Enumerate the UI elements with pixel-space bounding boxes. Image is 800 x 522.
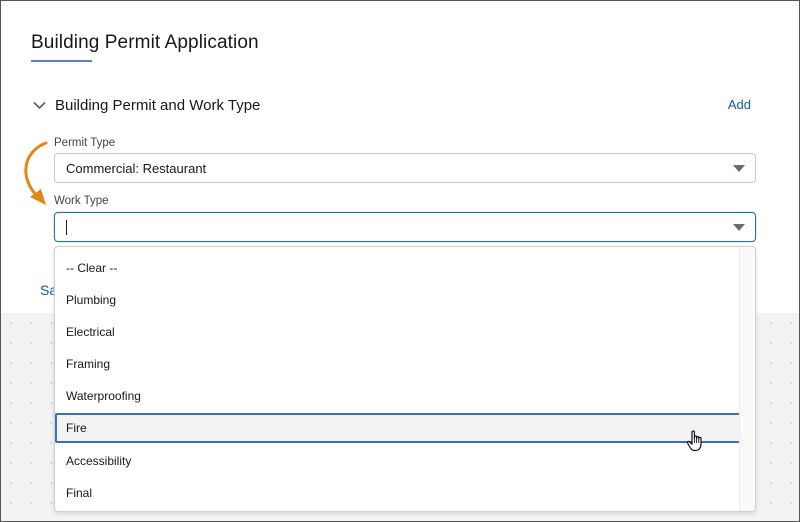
- option-clear[interactable]: -- Clear --: [55, 253, 741, 283]
- option-framing[interactable]: Framing: [55, 349, 741, 379]
- option-accessibility[interactable]: Accessibility: [55, 446, 741, 476]
- section-title: Building Permit and Work Type: [55, 96, 261, 114]
- add-link[interactable]: Add: [728, 97, 751, 112]
- text-caret: [66, 219, 67, 235]
- option-electrical[interactable]: Electrical: [55, 317, 741, 347]
- hand-pointer-icon: [686, 430, 702, 452]
- work-type-dropdown[interactable]: -- Clear -- Plumbing Electrical Framing …: [54, 246, 756, 512]
- caret-down-icon: [733, 165, 745, 172]
- section-header[interactable]: Building Permit and Work Type Add: [31, 95, 761, 115]
- curved-arrow-icon: [24, 141, 48, 205]
- window-frame: Building Permit Application Building Per…: [0, 0, 800, 522]
- permit-type-value: Commercial: Restaurant: [66, 160, 207, 176]
- caret-down-icon: [733, 224, 745, 231]
- title-underline: [31, 60, 92, 62]
- permit-type-label: Permit Type: [54, 137, 116, 149]
- option-final[interactable]: Final: [55, 478, 741, 508]
- work-type-label: Work Type: [54, 195, 109, 207]
- page-title: Building Permit Application: [31, 32, 259, 53]
- chevron-down-icon[interactable]: [32, 98, 46, 112]
- permit-type-select[interactable]: Commercial: Restaurant: [54, 153, 756, 183]
- option-fire[interactable]: Fire: [55, 413, 741, 443]
- work-type-select[interactable]: [54, 212, 756, 242]
- option-plumbing[interactable]: Plumbing: [55, 285, 741, 315]
- dropdown-scrollbar[interactable]: [739, 247, 755, 511]
- option-waterproofing[interactable]: Waterproofing: [55, 381, 741, 411]
